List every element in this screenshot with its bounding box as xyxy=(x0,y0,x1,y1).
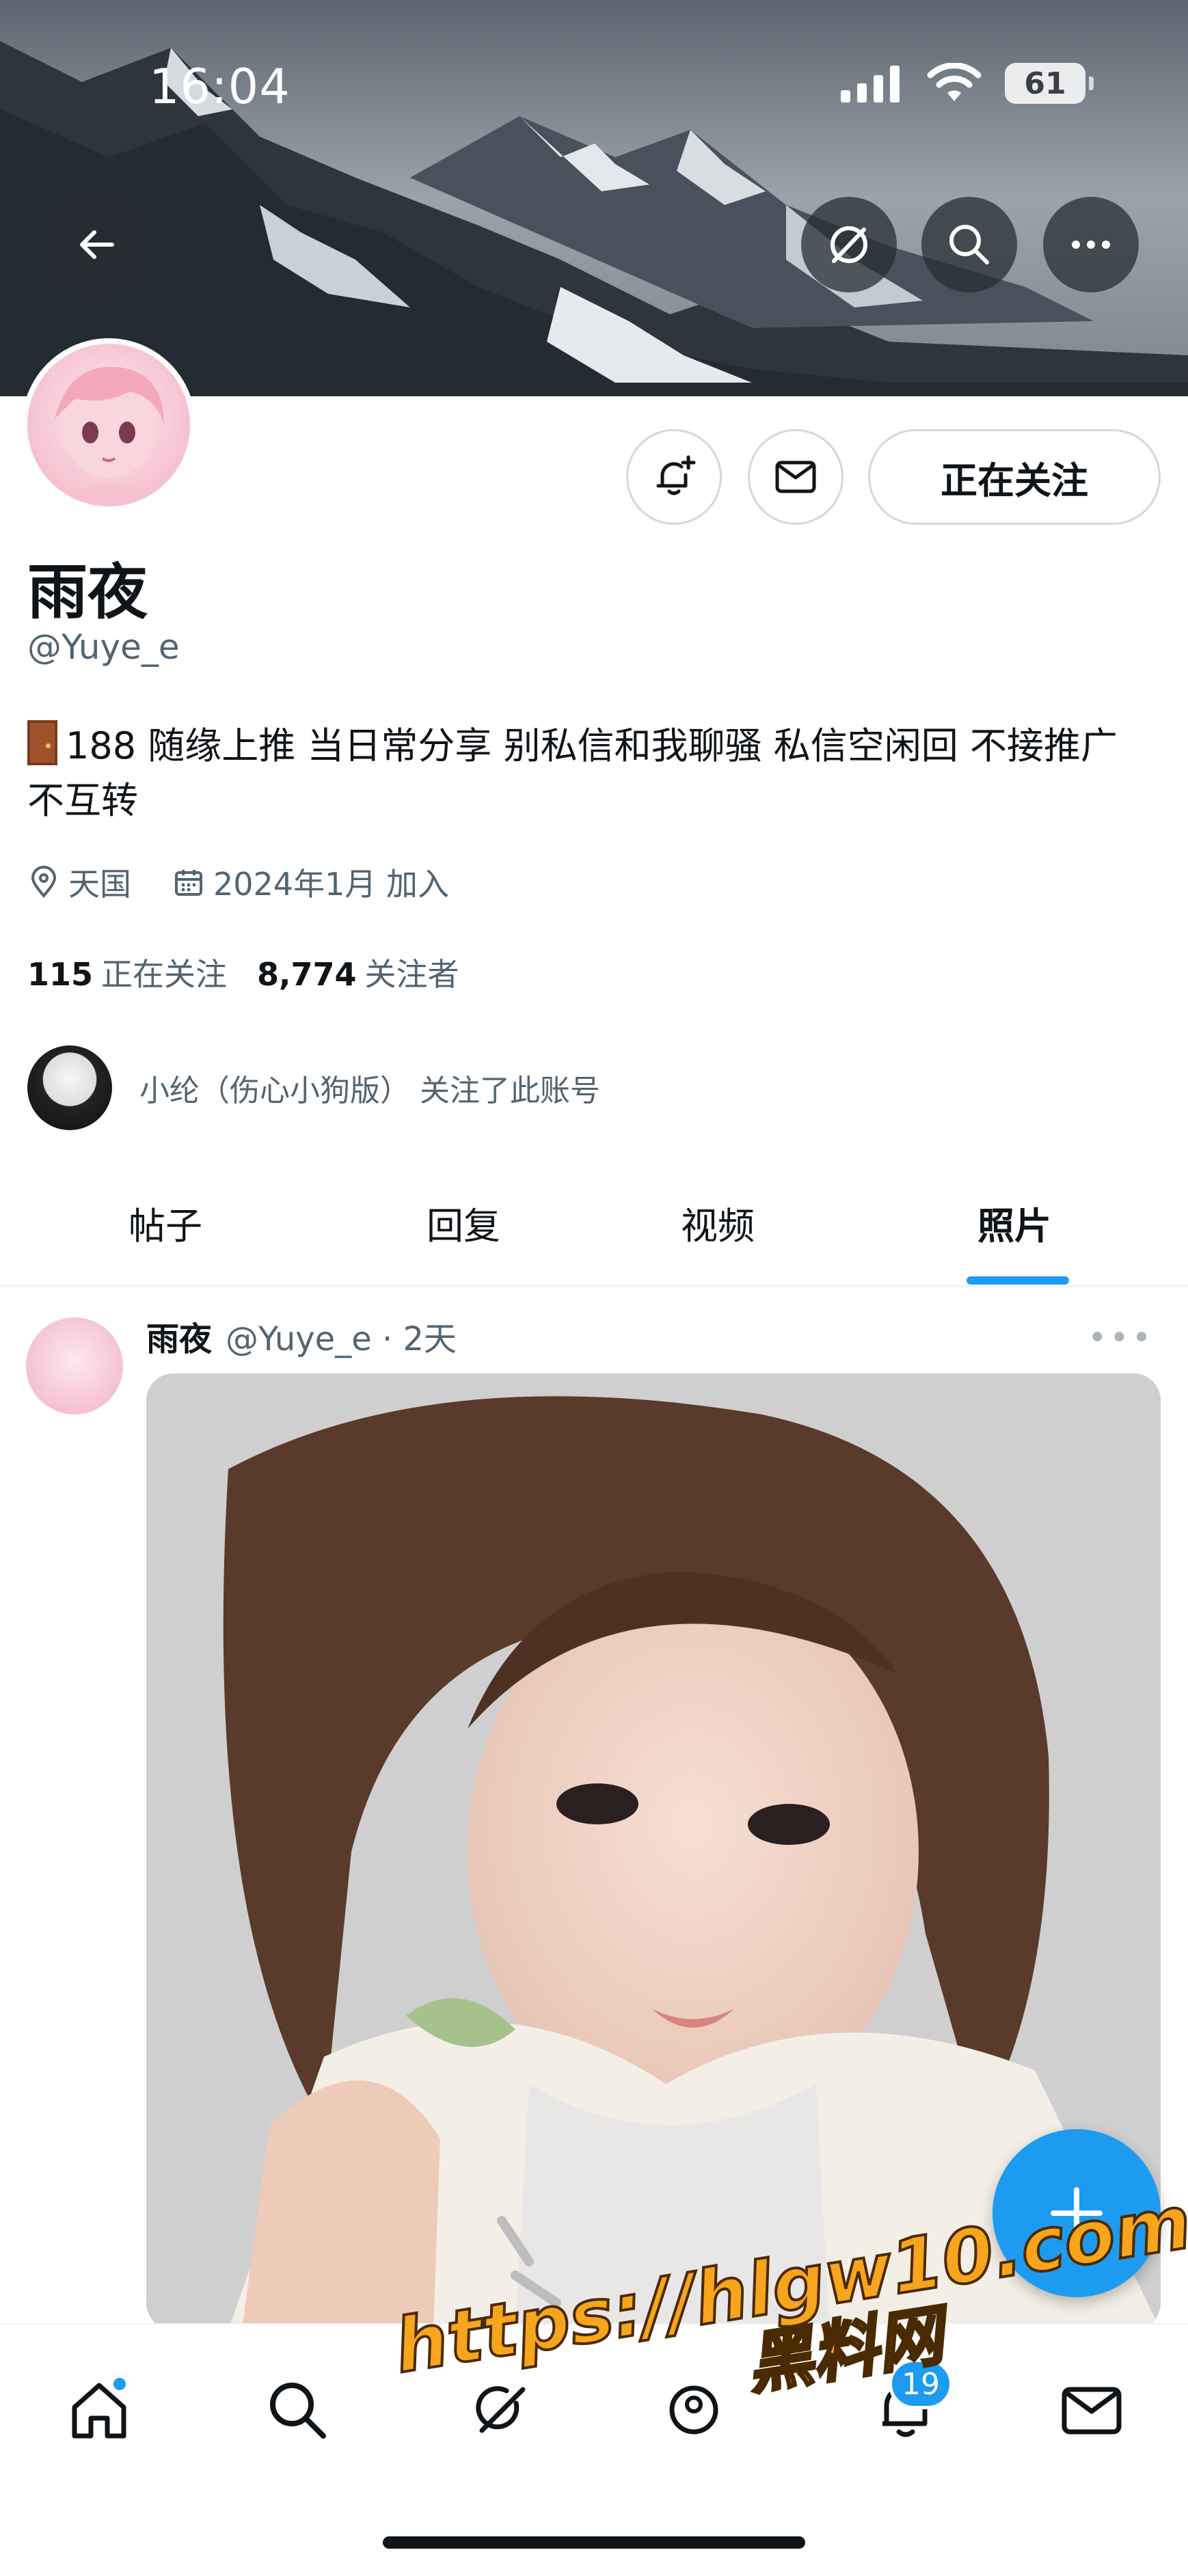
following-stat[interactable]: 115 正在关注 xyxy=(27,950,227,995)
search-button[interactable] xyxy=(921,197,1017,292)
active-tab-indicator xyxy=(967,1276,1069,1285)
follower-avatar xyxy=(27,1045,112,1130)
home-unread-dot xyxy=(111,2375,129,2393)
calendar-icon xyxy=(175,870,202,896)
profile-meta: 天国 2024年1月 加入 xyxy=(27,860,490,905)
location-pin-icon xyxy=(31,866,57,899)
hide-button[interactable] xyxy=(801,197,897,292)
followed-by-text: 小纶（伤心小狗版） 关注了此账号 xyxy=(139,1073,600,1108)
search-icon xyxy=(270,2383,326,2439)
profile-tabs: 帖子 回复 视频 照片 xyxy=(0,1162,1188,1287)
anime-avatar-image xyxy=(55,366,164,506)
following-count: 115 xyxy=(27,956,94,993)
post-meta: @Yuye_e · 2天 xyxy=(226,1320,457,1358)
followers-stat[interactable]: 8,774 关注者 xyxy=(257,950,459,995)
follow-stats: 115 正在关注 8,774 关注者 xyxy=(27,950,459,995)
more-horizontal-icon xyxy=(1072,241,1110,249)
post-avatar[interactable] xyxy=(26,1317,123,1414)
following-button[interactable]: 正在关注 xyxy=(868,429,1161,525)
battery-level: 61 xyxy=(1024,66,1066,101)
profile-bio: 188 随缘上推 当日常分享 别私信和我聊骚 私信空闲回 不接推广 不互转 xyxy=(27,719,1148,828)
bio-text: 188 随缘上推 当日常分享 别私信和我聊骚 私信空闲回 不接推广 不互转 xyxy=(27,724,1118,822)
message-button[interactable] xyxy=(748,429,843,525)
back-button[interactable] xyxy=(49,197,145,292)
bell-plus-icon xyxy=(656,455,696,495)
mail-icon xyxy=(1062,2387,1122,2435)
wifi-icon xyxy=(927,63,982,101)
search-icon xyxy=(949,225,989,264)
nav-search[interactable] xyxy=(260,2372,335,2448)
post-header: 雨夜 @Yuye_e · 2天 xyxy=(146,1312,457,1360)
tab-photos[interactable]: 照片 xyxy=(977,1196,1051,1250)
followers-label: 关注者 xyxy=(364,956,459,993)
profile-avatar[interactable] xyxy=(22,338,195,512)
battery-indicator: 61 xyxy=(1005,63,1094,104)
display-name: 雨夜 xyxy=(27,557,148,627)
tab-videos[interactable]: 视频 xyxy=(681,1196,755,1250)
home-indicator xyxy=(383,2536,805,2549)
post-author-name[interactable]: 雨夜 xyxy=(146,1312,212,1360)
mail-icon xyxy=(775,461,816,493)
door-emoji-icon xyxy=(27,720,57,765)
location: 天国 xyxy=(27,860,131,905)
followers-count: 8,774 xyxy=(257,956,357,993)
cellular-signal-icon xyxy=(841,66,900,102)
followed-by-row[interactable]: 小纶（伤心小狗版） 关注了此账号 xyxy=(27,1045,600,1130)
nav-messages[interactable] xyxy=(1054,2372,1129,2448)
post-more-button[interactable]: ••• xyxy=(1088,1319,1154,1357)
following-label: 正在关注 xyxy=(101,956,228,993)
notify-button[interactable] xyxy=(626,429,722,525)
nav-home[interactable] xyxy=(62,2372,137,2448)
slash-circle-icon xyxy=(831,226,867,263)
join-date: 2024年1月 加入 xyxy=(172,860,449,905)
location-text: 天国 xyxy=(68,866,131,903)
username-handle: @Yuye_e xyxy=(27,627,180,667)
tab-posts[interactable]: 帖子 xyxy=(129,1196,202,1250)
status-time: 16:04 xyxy=(149,59,291,115)
more-options-button[interactable] xyxy=(1043,197,1139,292)
tab-replies[interactable]: 回复 xyxy=(427,1196,500,1250)
status-icons: 61 xyxy=(841,63,1094,104)
join-date-text: 2024年1月 加入 xyxy=(213,866,449,903)
arrow-left-icon xyxy=(80,230,114,259)
